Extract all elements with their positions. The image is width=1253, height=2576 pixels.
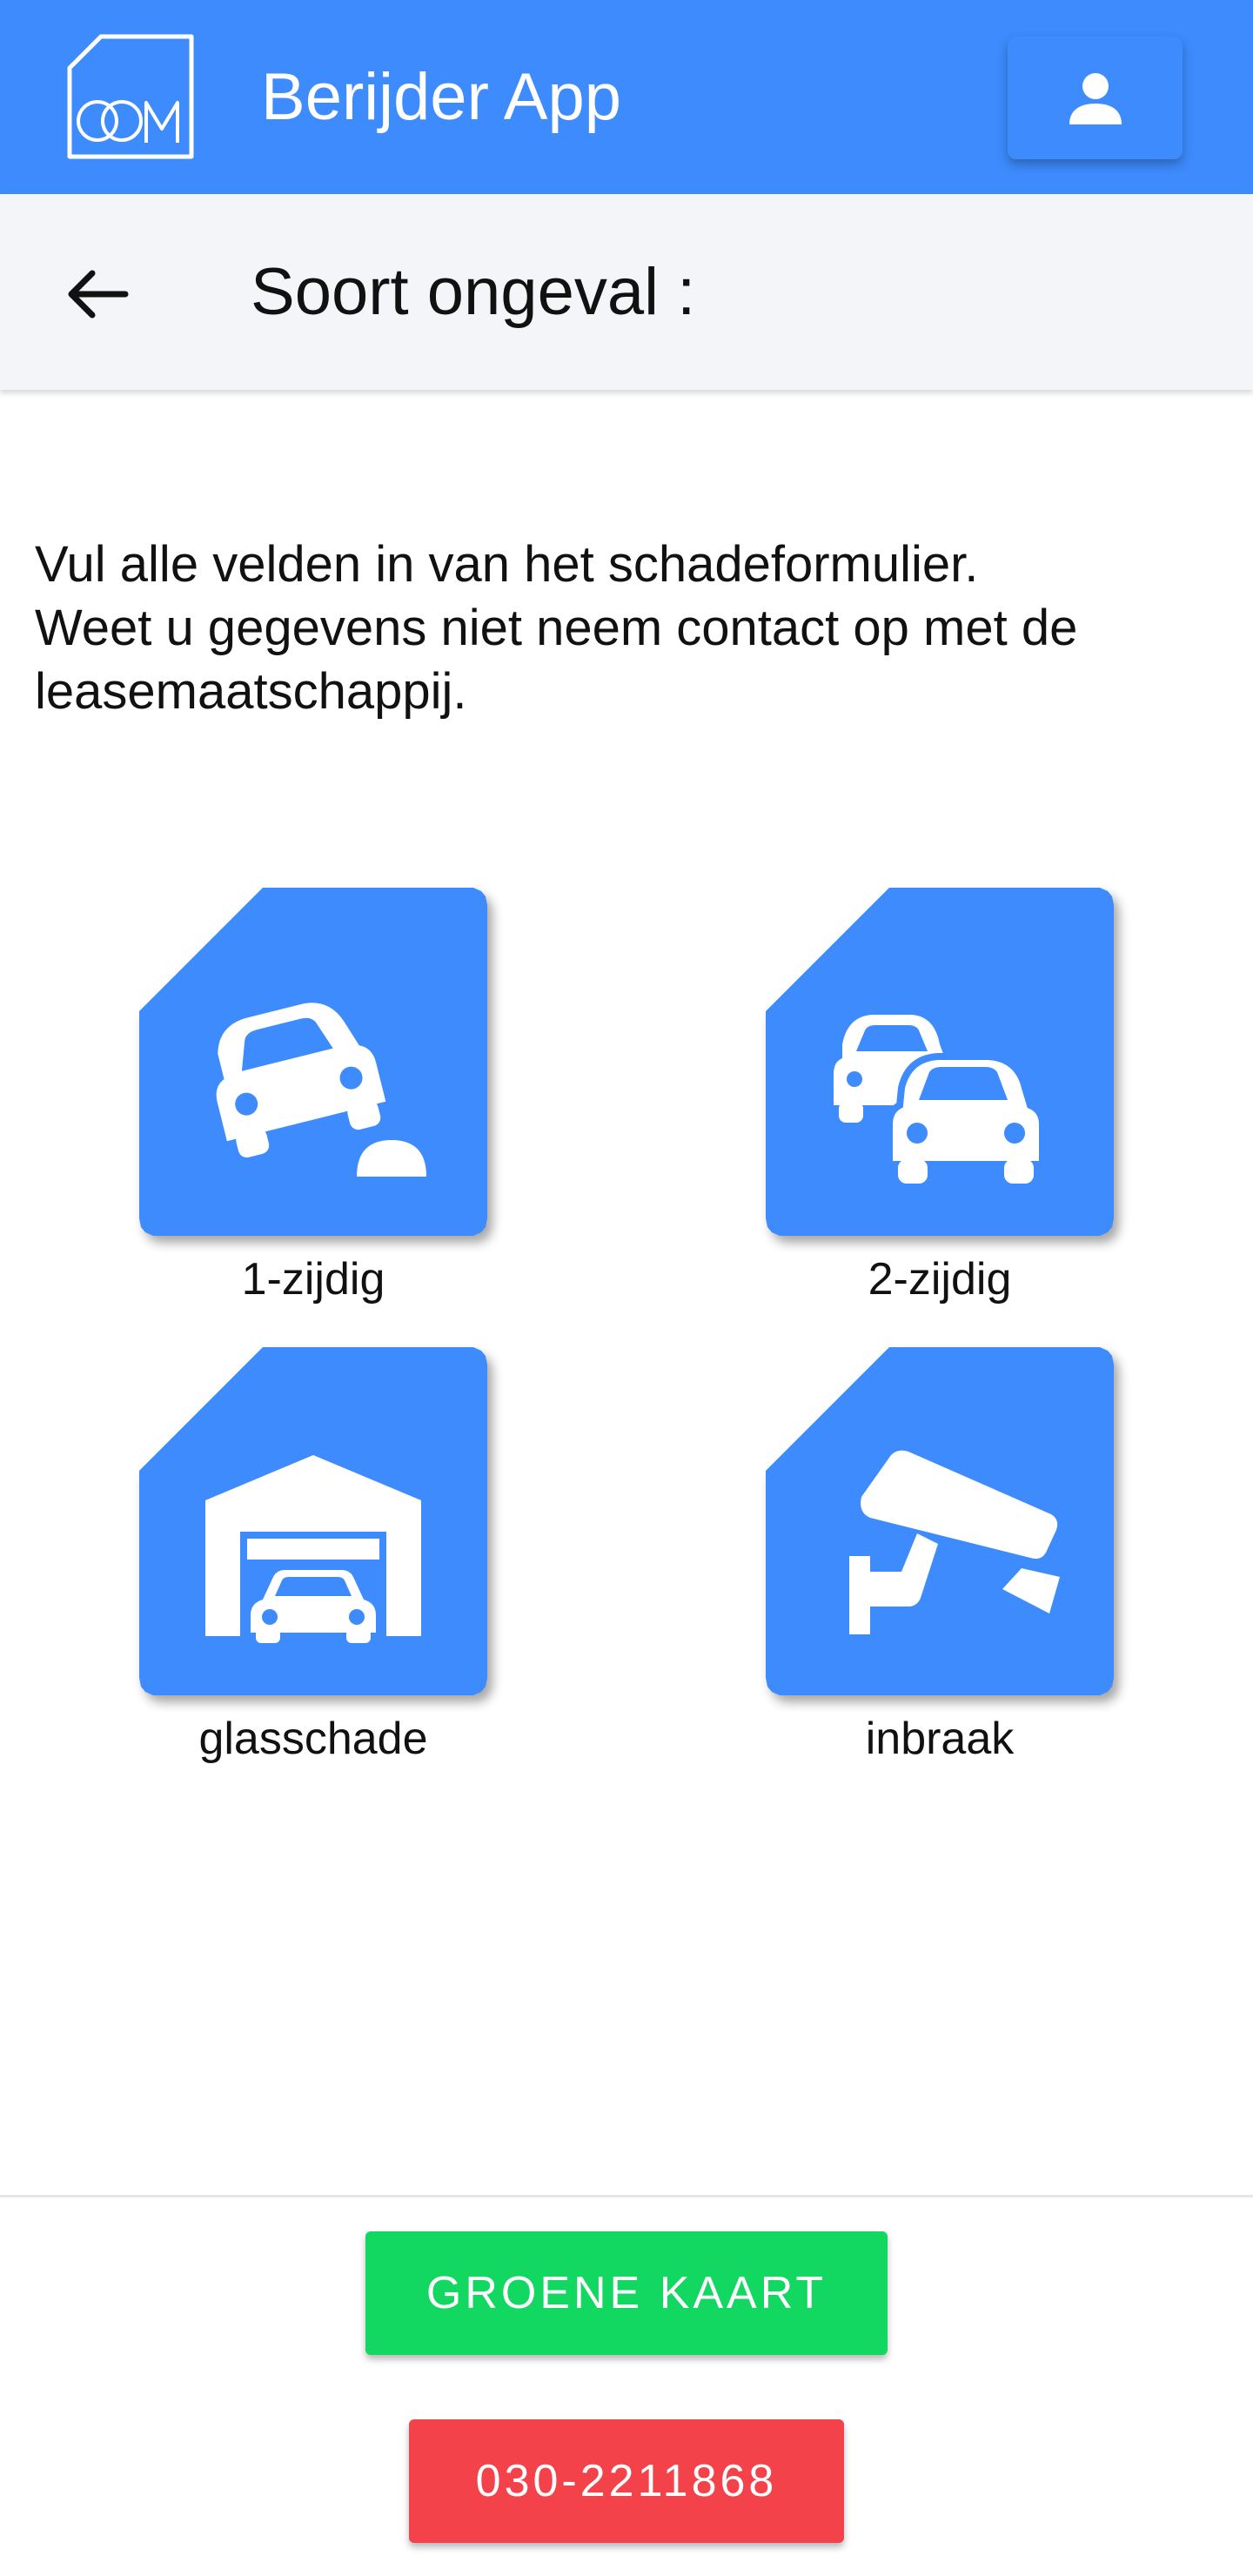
intro-line-3: leasemaatschappij. — [35, 663, 467, 720]
back-button[interactable] — [61, 258, 134, 331]
garage-car-icon — [205, 1455, 421, 1643]
tile-glasschade[interactable] — [139, 1347, 487, 1695]
arrow-left-icon — [68, 270, 129, 319]
intro-line-2: Weet u gegevens niet neem contact op met… — [35, 600, 1078, 656]
page-title: Soort ongeval : — [251, 255, 696, 329]
person-icon — [1069, 72, 1122, 124]
two-cars-icon — [834, 1015, 1046, 1184]
footer-divider — [0, 2195, 1253, 2197]
tile-label-2-zijdig: 2-zijdig — [868, 1254, 1012, 1305]
green-card-button[interactable]: GROENE KAART — [365, 2231, 888, 2355]
tile-label-inbraak: inbraak — [865, 1714, 1015, 1764]
tile-1-zijdig[interactable] — [139, 888, 487, 1236]
tile-label-glasschade: glasschade — [198, 1714, 428, 1764]
tile-2-zijdig[interactable] — [766, 888, 1114, 1236]
ocm-logo-icon — [67, 34, 194, 159]
user-profile-button[interactable] — [1008, 37, 1183, 159]
single-car-accident-icon — [216, 1003, 426, 1177]
tile-inbraak[interactable] — [766, 1347, 1114, 1695]
app-root: Berijder App Soort ongeval : Vul alle ve… — [0, 0, 1253, 2576]
intro-text: Vul alle velden in van het schadeformuli… — [35, 533, 1236, 723]
intro-line-1: Vul alle velden in van het schadeformuli… — [35, 536, 979, 593]
tile-label-1-zijdig: 1-zijdig — [241, 1254, 385, 1305]
app-title: Berijder App — [261, 60, 622, 134]
call-phone-button[interactable]: 030-2211868 — [409, 2419, 844, 2543]
security-camera-icon — [849, 1450, 1060, 1634]
app-bar: Berijder App — [0, 0, 1253, 194]
